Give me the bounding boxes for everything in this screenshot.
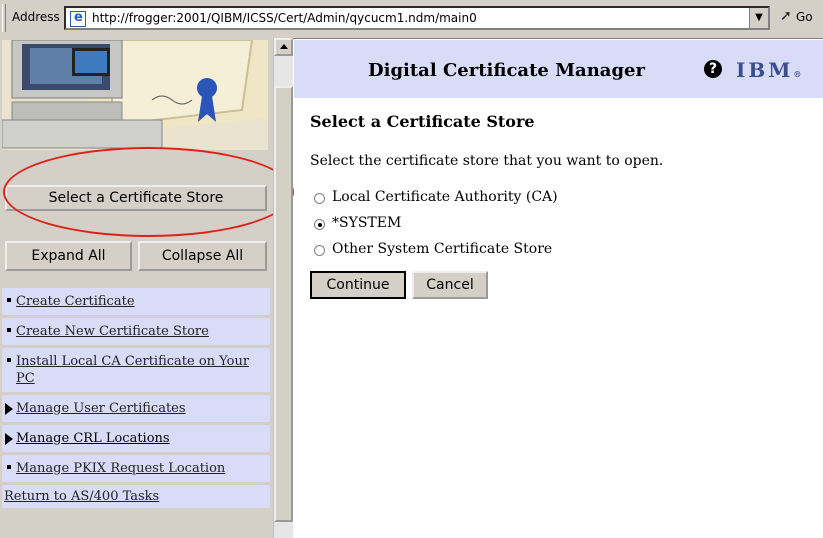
address-label: Address [12,10,60,24]
scroll-up-button[interactable] [274,38,293,56]
help-icon[interactable]: ? [704,60,722,78]
nav-item-label[interactable]: Manage CRL Locations [16,431,170,446]
nav-item-create-certificate[interactable]: Create Certificate [2,288,270,315]
toolbar-grip[interactable] [2,4,6,32]
expand-all-button[interactable]: Expand All [5,241,132,271]
main-content: Select a Certificate Store Select the ce… [310,108,810,301]
nav-item-manage-user-certificates[interactable]: Manage User Certificates [2,395,270,422]
option-local-ca[interactable]: Local Certificate Authority (CA) [310,189,810,215]
nav-item-install-local-ca-certificate[interactable]: Install Local CA Certificate on Your PC [2,348,270,392]
bullet-icon [7,328,11,332]
hero-illustration [2,40,268,150]
left-navigation-pane: Select a Certificate Store Expand All Co… [0,38,273,538]
address-url[interactable]: http://frogger:2001/QIBM/ICSS/Cert/Admin… [92,11,477,25]
address-bar: Address http://frogger:2001/QIBM/ICSS/Ce… [0,0,823,39]
option-other-system-store[interactable]: Other System Certificate Store [310,241,810,267]
nav-item-label[interactable]: Create Certificate [16,294,135,309]
go-button[interactable]: ➚ Go [778,8,820,30]
bullet-icon [7,465,11,469]
collapse-all-button[interactable]: Collapse All [138,241,267,271]
scroll-thumb[interactable] [274,86,293,522]
ibm-logo: IBM® [736,58,801,82]
nav-item-label[interactable]: Create New Certificate Store [16,324,209,339]
expand-triangle-icon[interactable] [5,403,13,415]
nav-item-label[interactable]: Manage User Certificates [16,401,186,416]
action-buttons: Continue Cancel [310,271,810,301]
task-navigation-list: Create Certificate Create New Certificat… [2,288,270,508]
select-certificate-store-button[interactable]: Select a Certificate Store [5,185,267,211]
nav-item-label[interactable]: Manage PKIX Request Location [16,461,225,476]
radio-button-other-system-store[interactable] [314,245,325,256]
nav-item-label[interactable]: Install Local CA Certificate on Your PC [16,354,249,386]
nav-item-manage-pkix-request-location[interactable]: Manage PKIX Request Location [2,455,270,482]
address-input[interactable]: http://frogger:2001/QIBM/ICSS/Cert/Admin… [64,6,770,30]
header-banner: Digital Certificate Manager ? IBM® [294,40,823,98]
expand-triangle-icon[interactable] [5,433,13,445]
radio-label[interactable]: Other System Certificate Store [332,241,552,257]
nav-item-manage-crl-locations[interactable]: Manage CRL Locations [2,425,270,452]
ibm-logo-mark: ® [793,69,802,79]
left-pane-scrollbar[interactable] [273,38,293,538]
radio-button-local-ca[interactable] [314,193,325,204]
instruction-text: Select the certificate store that you wa… [310,153,664,169]
page-title: Select a Certificate Store [310,112,535,131]
cancel-button[interactable]: Cancel [412,271,488,299]
go-arrow-icon: ➚ [780,8,792,24]
radio-label[interactable]: *SYSTEM [332,215,401,231]
address-dropdown-button[interactable]: ▼ [749,8,768,28]
return-to-as400-tasks-link[interactable]: Return to AS/400 Tasks [2,485,270,508]
computer-certificate-illustration [2,40,268,150]
bullet-icon [7,358,11,362]
continue-button[interactable]: Continue [310,271,406,299]
radio-button-system[interactable] [314,219,325,230]
ibm-logo-text: IBM [736,58,794,82]
nav-item-create-new-certificate-store[interactable]: Create New Certificate Store [2,318,270,345]
page-icon [70,10,86,27]
bullet-icon [7,298,11,302]
header-title: Digital Certificate Manager [368,60,645,81]
radio-label[interactable]: Local Certificate Authority (CA) [332,189,558,205]
go-label: Go [796,10,813,24]
option-system[interactable]: *SYSTEM [310,215,810,241]
